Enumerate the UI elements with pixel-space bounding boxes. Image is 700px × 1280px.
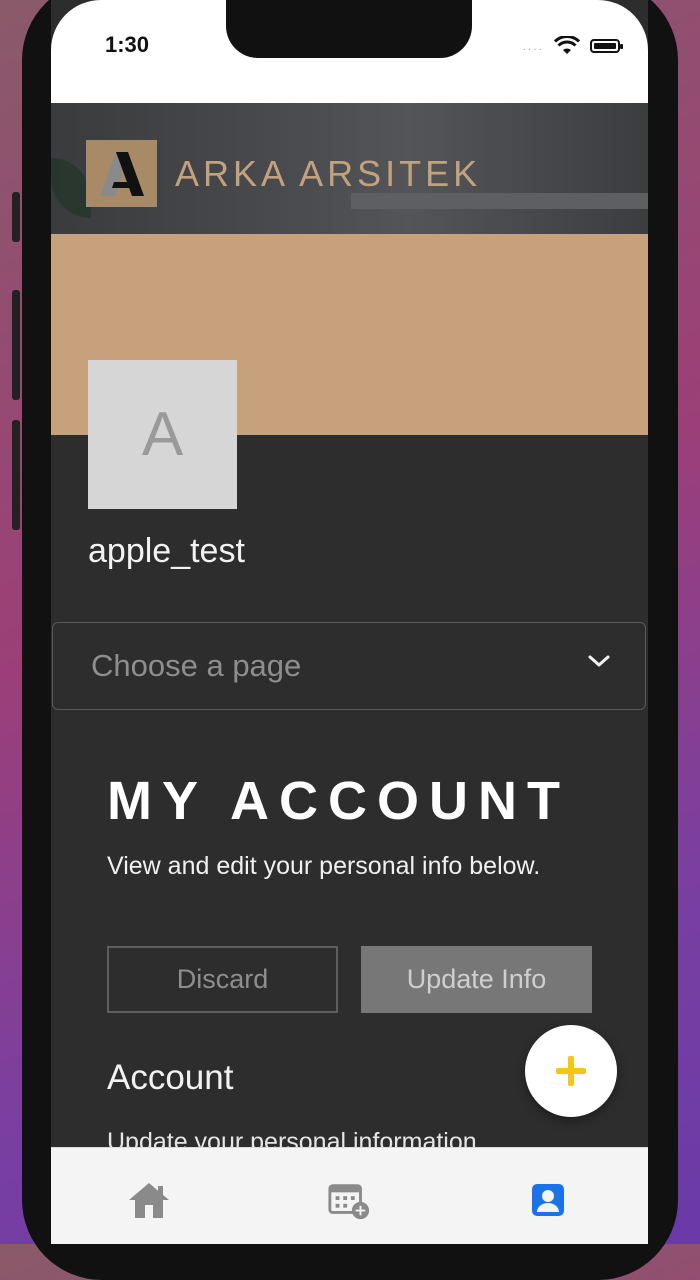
phone-silent-switch <box>12 192 20 242</box>
status-bar: 1:30 .... <box>51 0 648 103</box>
page-select-placeholder: Choose a page <box>91 648 302 683</box>
status-time: 1:30 <box>105 32 150 57</box>
brand-name: ARKA ARSITEK <box>175 153 482 194</box>
profile-icon <box>532 1184 564 1216</box>
notch <box>226 0 472 58</box>
chevron-down-icon <box>588 655 610 667</box>
battery-icon <box>590 39 623 53</box>
plant-decoration <box>51 158 91 218</box>
logo-mark-icon <box>99 151 144 196</box>
tab-profile[interactable] <box>526 1178 570 1222</box>
tab-home[interactable] <box>127 1178 171 1222</box>
brand-banner: ARKA ARSITEK <box>51 103 648 234</box>
home-icon <box>129 1183 169 1218</box>
phone-volume-down <box>12 420 20 530</box>
discard-button[interactable]: Discard <box>107 946 338 1013</box>
signal-icon: .... <box>522 39 544 53</box>
update-info-button[interactable]: Update Info <box>361 946 592 1013</box>
page-title: MY ACCOUNT <box>107 771 570 831</box>
tab-bar <box>51 1147 648 1244</box>
avatar[interactable]: A <box>88 360 237 509</box>
username: apple_test <box>88 532 245 570</box>
status-icons: .... <box>522 36 623 56</box>
section-title: Account <box>107 1058 234 1097</box>
brand-logo-icon <box>86 140 157 207</box>
wifi-icon <box>554 36 580 54</box>
app-screen: 1:30 .... ARKA ARSITEK A apple_test Choo… <box>51 0 648 1244</box>
add-button[interactable] <box>525 1025 617 1117</box>
page-description: View and edit your personal info below. <box>107 852 541 880</box>
calendar-add-icon <box>328 1184 370 1220</box>
tab-calendar[interactable] <box>327 1178 371 1222</box>
background-shelf <box>351 193 648 209</box>
plus-icon <box>556 1056 586 1086</box>
page-select[interactable]: Choose a page <box>52 622 646 710</box>
phone-volume-up <box>12 290 20 400</box>
